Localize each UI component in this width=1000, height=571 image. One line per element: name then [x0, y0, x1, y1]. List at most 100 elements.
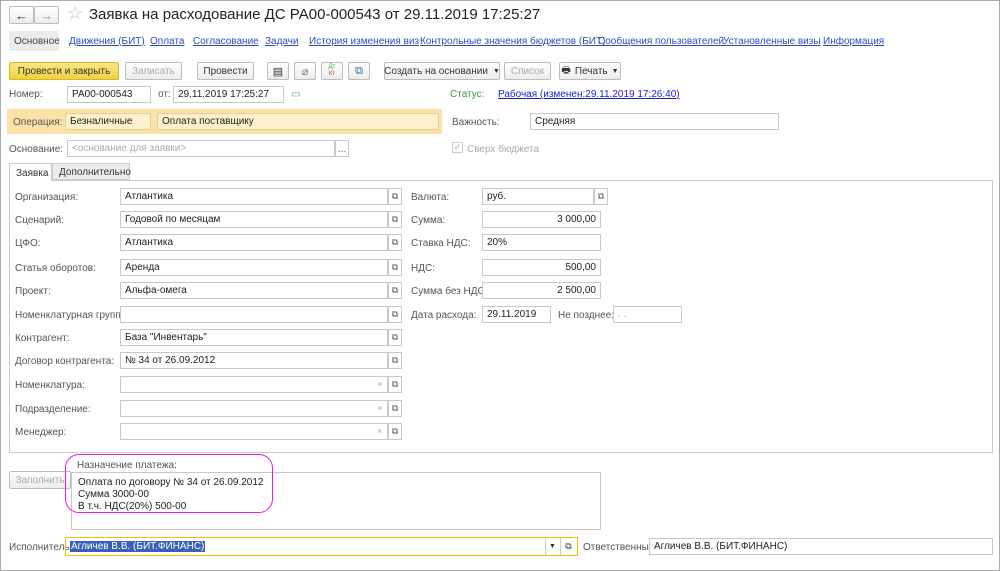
open-icon[interactable]: ⧉ — [388, 400, 402, 417]
paperclip-icon: ⌀ — [301, 65, 309, 78]
back-arrow-icon: ← — [15, 7, 28, 23]
vat-label: НДС: — [411, 263, 435, 274]
tab-budget-control[interactable]: Контрольные значения бюджетов (БИТ) — [420, 36, 605, 47]
over-budget-checkbox[interactable]: ✓ — [452, 142, 463, 153]
tab-visas[interactable]: Установленные визы — [723, 36, 821, 47]
basis-label: Основание: — [9, 144, 64, 155]
field-input[interactable]: Аренда — [120, 259, 388, 276]
sum-label: Сумма: — [411, 215, 446, 226]
field-input[interactable]: Атлантика — [120, 234, 388, 251]
field-input[interactable]: № 34 от 26.09.2012 — [120, 352, 388, 369]
open-icon[interactable]: ⧉ — [560, 538, 576, 555]
executor-label: Исполнитель: — [9, 542, 73, 553]
save-button[interactable]: Записать — [125, 62, 182, 80]
tab-approval[interactable]: Согласование — [193, 36, 259, 47]
open-currency-icon[interactable]: ⧉ — [594, 188, 608, 205]
forward-button[interactable]: → — [34, 6, 59, 24]
date-input[interactable]: 29.11.2019 17:25:27 — [173, 86, 284, 103]
field-label: Менеджер: — [15, 427, 67, 438]
responsible-input[interactable]: Агличев В.В. (БИТ.ФИНАНС) — [649, 538, 993, 555]
tab-main[interactable]: Основное — [9, 31, 60, 51]
clear-icon[interactable]: × — [377, 426, 382, 436]
clear-icon[interactable]: × — [377, 403, 382, 413]
field-label: ЦФО: — [15, 238, 41, 249]
sum-no-vat-input[interactable]: 2 500,00 — [482, 282, 601, 299]
operation-input[interactable]: Оплата поставщику — [157, 113, 439, 130]
open-icon[interactable]: ⧉ — [388, 211, 402, 228]
report-button[interactable]: ▤ — [267, 62, 289, 80]
attach-button[interactable]: ⌀ — [294, 62, 316, 80]
kt-icon: Кт — [328, 71, 336, 77]
not-later-input[interactable]: . . — [613, 306, 682, 323]
field-label: Проект: — [15, 286, 51, 297]
post-button[interactable]: Провести — [197, 62, 254, 80]
field-label: Договор контрагента: — [15, 356, 115, 367]
open-icon[interactable]: ⧉ — [388, 376, 402, 393]
field-input[interactable] — [120, 400, 388, 417]
operation-type-input[interactable]: Безналичные — [65, 113, 151, 130]
field-input[interactable] — [120, 376, 388, 393]
field-label: Номенклатурная группа: — [15, 310, 130, 321]
clear-icon[interactable]: × — [377, 379, 382, 389]
list-button[interactable]: Список — [504, 62, 551, 80]
tab-user-messages[interactable]: Сообщения пользователей — [598, 36, 724, 47]
executor-input[interactable]: Агличев В.В. (БИТ.ФИНАНС) ▼ ⧉ — [65, 537, 578, 556]
field-label: Статья оборотов: — [15, 263, 96, 274]
currency-input[interactable]: руб. — [482, 188, 594, 205]
post-and-close-button[interactable]: Провести и закрыть — [9, 62, 119, 80]
select-basis-button[interactable]: … — [335, 140, 349, 157]
open-icon[interactable]: ⧉ — [388, 306, 402, 323]
open-icon[interactable]: ⧉ — [388, 423, 402, 440]
page-title: Заявка на расходование ДС РА00-000543 от… — [89, 6, 541, 23]
open-icon[interactable]: ⧉ — [388, 329, 402, 346]
open-icon[interactable]: ⧉ — [388, 259, 402, 276]
field-input[interactable]: Альфа-омега — [120, 282, 388, 299]
fill-button[interactable]: Заполнить — [9, 471, 71, 489]
number-input[interactable]: РА00-000543 — [67, 86, 151, 103]
importance-label: Важность: — [452, 117, 500, 128]
back-button[interactable]: ← — [9, 6, 34, 24]
tab-tasks[interactable]: Задачи — [265, 36, 299, 47]
field-input[interactable]: Годовой по месяцам — [120, 211, 388, 228]
field-input[interactable]: База "Инвентарь" — [120, 329, 388, 346]
structure-button[interactable]: ⧉ — [348, 62, 370, 80]
over-budget-label: Сверх бюджета — [467, 144, 540, 155]
responsible-label: Ответственный: — [583, 542, 658, 553]
importance-input[interactable]: Средняя — [530, 113, 779, 130]
field-label: Подразделение: — [15, 404, 91, 415]
field-input[interactable] — [120, 306, 388, 323]
sum-no-vat-label: Сумма без НДС: — [411, 286, 488, 297]
tab-additional[interactable]: Дополнительно — [52, 163, 131, 180]
tab-request[interactable]: Заявка — [9, 163, 52, 181]
sum-input[interactable]: 3 000,00 — [482, 211, 601, 228]
tab-visa-history[interactable]: История изменения виз — [309, 36, 419, 47]
chevron-down-icon[interactable]: ▼ — [545, 538, 559, 555]
open-icon[interactable]: ⧉ — [388, 352, 402, 369]
tab-label: Основное — [14, 36, 60, 47]
tab-payment[interactable]: Оплата — [150, 36, 184, 47]
tab-info[interactable]: Информация — [823, 36, 884, 47]
button-label: Создать на основании — [384, 65, 488, 77]
status-link[interactable]: Рабочая (изменен:29.11.2019 17:26:40) — [498, 89, 680, 100]
open-icon[interactable]: ⧉ — [388, 188, 402, 205]
vat-rate-input[interactable]: 20% — [482, 234, 601, 251]
highlight-outline — [65, 454, 273, 513]
open-icon[interactable]: ⧉ — [388, 234, 402, 251]
open-icon[interactable]: ⧉ — [388, 282, 402, 299]
vat-input[interactable]: 500,00 — [482, 259, 601, 276]
field-input[interactable] — [120, 423, 388, 440]
tab-movements[interactable]: Движения (БИТ) — [69, 36, 145, 47]
expense-date-input[interactable]: 29.11.2019 — [482, 306, 551, 323]
star-icon[interactable]: ☆ — [67, 3, 83, 24]
create-based-on-button[interactable]: Создать на основании ▼ — [384, 62, 500, 80]
expense-date-label: Дата расхода: — [411, 310, 477, 321]
dt-icon: Дт — [328, 64, 336, 70]
print-button[interactable]: 🖶 Печать ▼ — [559, 62, 621, 80]
calendar-edit-icon[interactable]: ▭ — [291, 89, 300, 100]
field-input[interactable]: Атлантика — [120, 188, 388, 205]
not-later-label: Не позднее: — [558, 310, 615, 321]
document-report-icon: ▤ — [272, 65, 284, 78]
basis-input[interactable]: <основание для заявки> — [67, 140, 335, 157]
dt-kt-button[interactable]: Дт Кт — [321, 62, 343, 80]
vat-rate-label: Ставка НДС: — [411, 238, 471, 249]
